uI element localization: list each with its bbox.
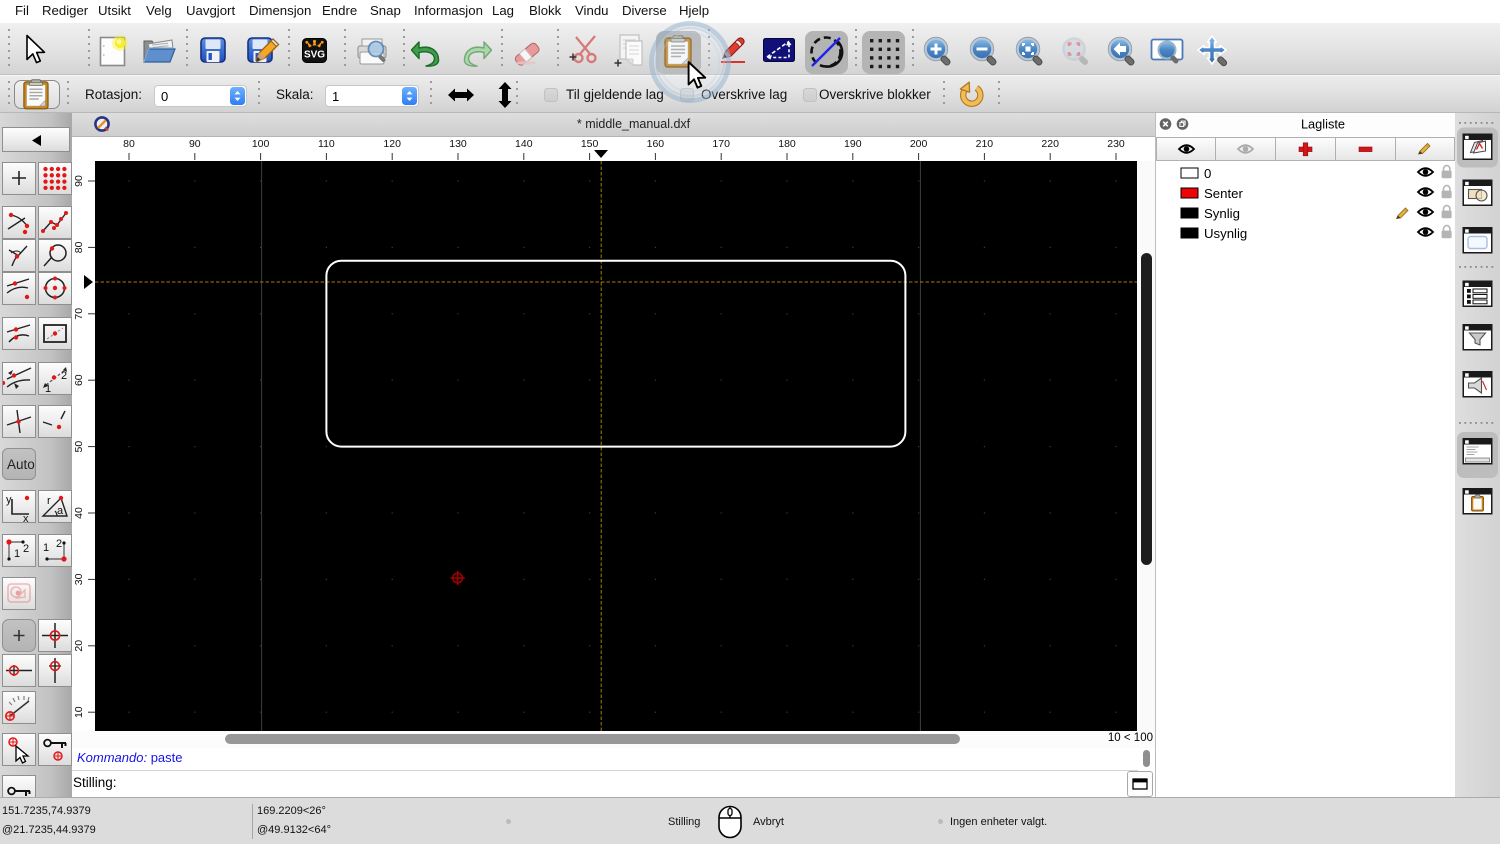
- svg-text:80: 80: [123, 138, 135, 150]
- svg-text:30: 30: [73, 573, 85, 585]
- svg-text:1: 1: [43, 542, 49, 554]
- svg-text:200: 200: [910, 138, 928, 150]
- svg-text:x: x: [23, 513, 29, 522]
- svg-text:Senter: Senter: [1204, 186, 1243, 201]
- svg-text:a: a: [57, 505, 64, 517]
- svg-text:90: 90: [73, 175, 85, 187]
- svg-text:r: r: [47, 495, 51, 507]
- svg-text:170: 170: [712, 138, 730, 150]
- svg-text:160: 160: [647, 138, 665, 150]
- svg-text:y: y: [6, 494, 12, 506]
- svg-text:1: 1: [45, 383, 51, 394]
- svg-text:2: 2: [56, 538, 62, 550]
- svg-text:230: 230: [1107, 138, 1125, 150]
- svg-text:20: 20: [73, 640, 85, 652]
- svg-text:150: 150: [581, 138, 599, 150]
- svg-text:10: 10: [73, 706, 85, 718]
- svg-text:70: 70: [73, 308, 85, 320]
- svg-text:Synlig: Synlig: [1204, 206, 1240, 221]
- svg-text:120: 120: [383, 138, 401, 150]
- svg-text:100: 100: [252, 138, 270, 150]
- svg-text:220: 220: [1041, 138, 1059, 150]
- svg-text:0: 0: [1204, 166, 1211, 181]
- svg-text:40: 40: [73, 507, 85, 519]
- svg-text:2: 2: [61, 370, 67, 382]
- svg-text:140: 140: [515, 138, 533, 150]
- svg-text:110: 110: [318, 138, 335, 150]
- svg-text:2: 2: [23, 543, 29, 555]
- svg-text:80: 80: [73, 241, 85, 253]
- svg-text:90: 90: [189, 138, 201, 150]
- svg-text:50: 50: [73, 441, 85, 453]
- svg-text:60: 60: [73, 374, 85, 386]
- svg-text:130: 130: [449, 138, 467, 150]
- svg-text:190: 190: [844, 138, 862, 150]
- svg-text:Lagliste: Lagliste: [1301, 117, 1345, 132]
- svg-text:Usynlig: Usynlig: [1204, 226, 1247, 241]
- svg-text:210: 210: [976, 138, 994, 150]
- svg-text:SVG: SVG: [304, 50, 325, 61]
- svg-text:180: 180: [778, 138, 796, 150]
- svg-text:1: 1: [14, 548, 20, 560]
